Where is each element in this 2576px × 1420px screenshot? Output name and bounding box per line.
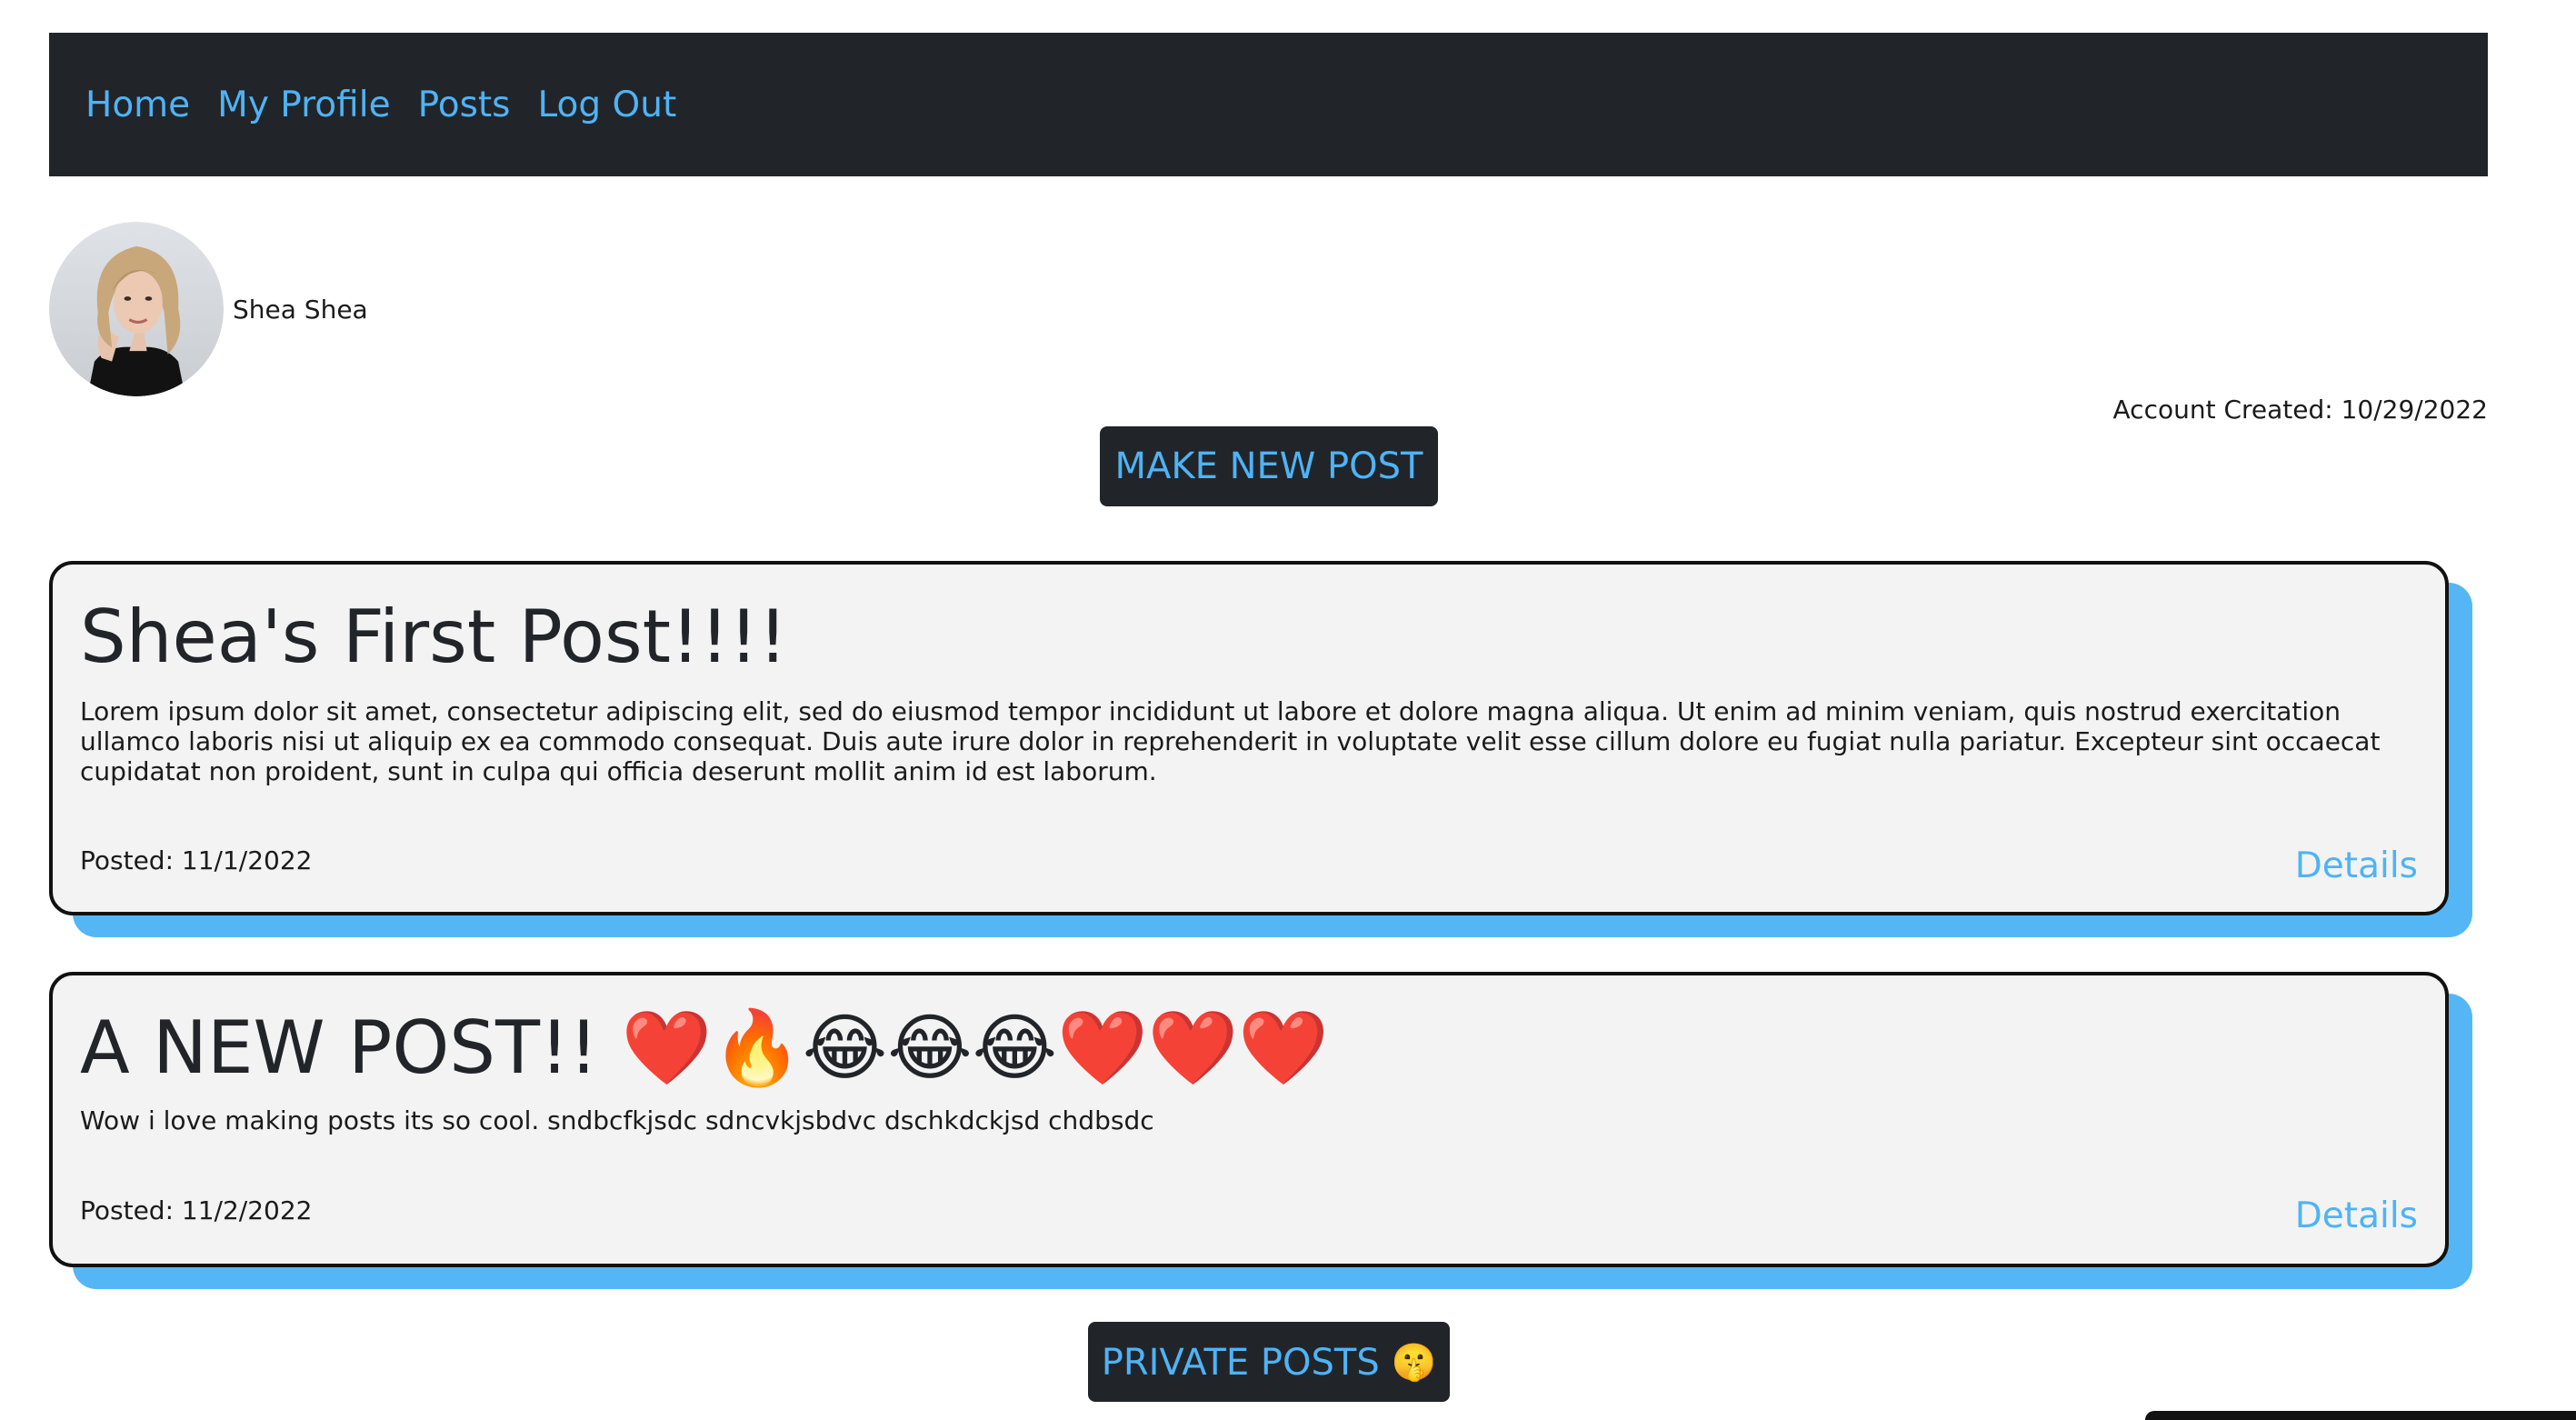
- nav-link-home[interactable]: Home: [85, 85, 190, 125]
- account-created-date: Account Created: 10/29/2022: [2112, 395, 2488, 425]
- post-body: Lorem ipsum dolor sit amet, consectetur …: [80, 696, 2381, 786]
- nav-link-log-out[interactable]: Log Out: [538, 85, 677, 125]
- post-card: Shea's First Post!!!! Lorem ipsum dolor …: [49, 561, 2449, 915]
- bottom-edge-element: [2145, 1411, 2576, 1420]
- make-new-post-button[interactable]: MAKE NEW POST: [1100, 426, 1438, 506]
- post-date: Posted: 11/2/2022: [80, 1195, 313, 1225]
- profile-header: Shea Shea: [49, 222, 368, 396]
- post-title: A NEW POST!! ❤️🔥😂😂😂❤️❤️❤️: [80, 1005, 1329, 1090]
- private-posts-button[interactable]: PRIVATE POSTS 🤫: [1088, 1322, 1450, 1402]
- page: Home My Profile Posts Log Out Shea Shea …: [0, 0, 2576, 1420]
- nav-link-posts[interactable]: Posts: [418, 85, 511, 125]
- top-navbar: Home My Profile Posts Log Out: [49, 33, 2488, 176]
- post-details-link[interactable]: Details: [2295, 1195, 2418, 1236]
- nav-link-my-profile[interactable]: My Profile: [217, 85, 390, 125]
- post-title: Shea's First Post!!!!: [80, 595, 788, 679]
- post-date: Posted: 11/1/2022: [80, 845, 313, 875]
- post-details-link[interactable]: Details: [2295, 845, 2418, 886]
- profile-name: Shea Shea: [233, 294, 368, 325]
- post-body: Wow i love making posts its so cool. snd…: [80, 1105, 1154, 1135]
- post-card: A NEW POST!! ❤️🔥😂😂😂❤️❤️❤️ Wow i love mak…: [49, 972, 2449, 1267]
- avatar: [49, 222, 224, 396]
